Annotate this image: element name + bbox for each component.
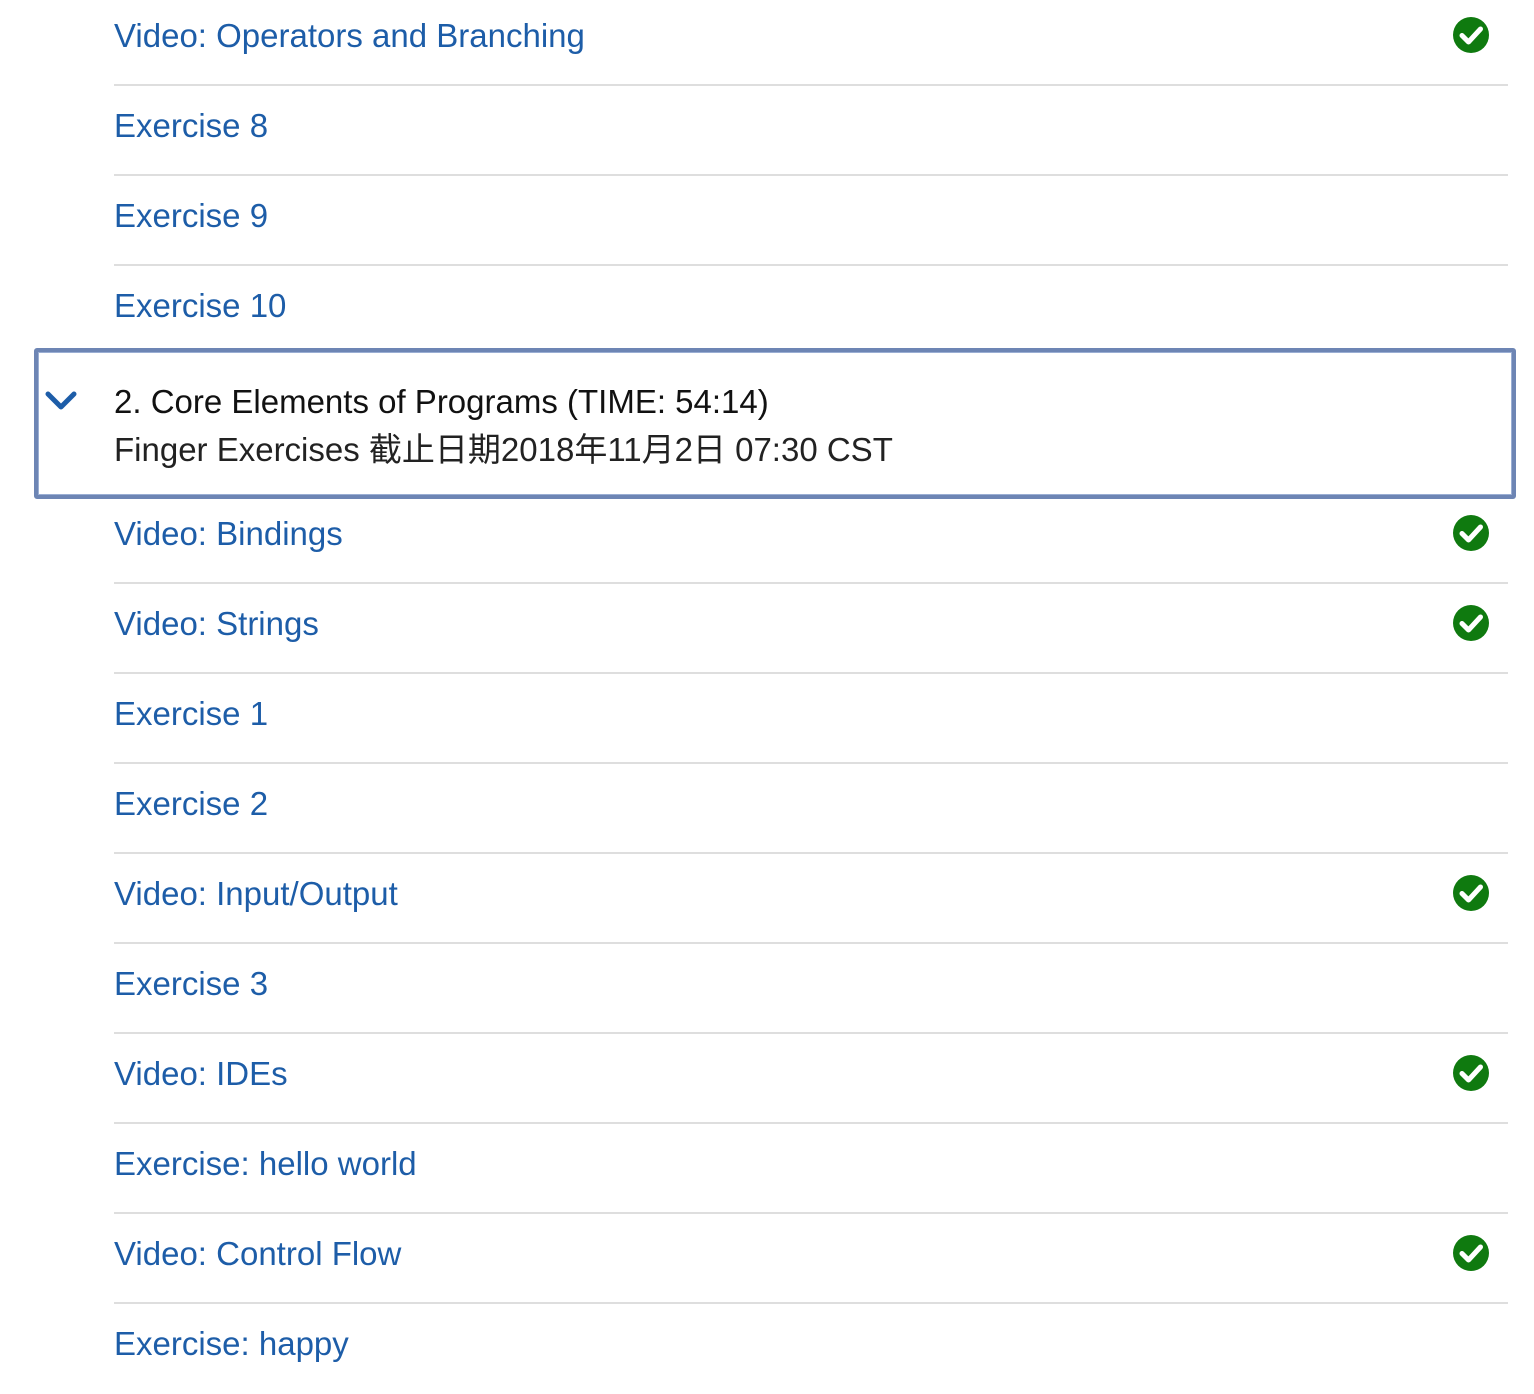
check-circle-icon <box>1453 515 1489 551</box>
outline-item-video-bindings[interactable]: Video: Bindings <box>114 494 1508 584</box>
outline-item-video-control-flow[interactable]: Video: Control Flow <box>114 1214 1508 1304</box>
outline-item-label: Video: Control Flow <box>114 1235 402 1272</box>
outline-item-exercise-1[interactable]: Exercise 1 <box>114 674 1508 764</box>
outline-item-exercise-10[interactable]: Exercise 10 <box>114 266 1508 356</box>
outline-item-exercise-2[interactable]: Exercise 2 <box>114 764 1508 854</box>
outline-item-label: Exercise 8 <box>114 107 269 144</box>
outline-item-exercise-hello-world[interactable]: Exercise: hello world <box>114 1124 1508 1214</box>
outline-item-video-ides[interactable]: Video: IDEs <box>114 1034 1508 1124</box>
check-circle-icon <box>1453 1235 1489 1271</box>
chevron-down-icon <box>45 391 77 410</box>
outline-item-label: Video: Operators and Branching <box>114 17 585 54</box>
outline-item-label: Exercise 10 <box>114 287 287 324</box>
outline-item-exercise-8[interactable]: Exercise 8 <box>114 86 1508 176</box>
check-circle-icon <box>1453 605 1489 641</box>
outline-item-exercise-3[interactable]: Exercise 3 <box>114 944 1508 1034</box>
outline-item-label: Exercise 3 <box>114 965 269 1002</box>
outline-item-label: Exercise: hello world <box>114 1145 417 1182</box>
check-circle-icon <box>1453 1055 1489 1091</box>
section-title: 2. Core Elements of Programs (TIME: 54:1… <box>114 383 769 420</box>
outline-item-video-strings[interactable]: Video: Strings <box>114 584 1508 674</box>
outline-item-label: Video: Bindings <box>114 515 343 552</box>
outline-item-video-input-output[interactable]: Video: Input/Output <box>114 854 1508 944</box>
outline-item-exercise-9[interactable]: Exercise 9 <box>114 176 1508 266</box>
outline-item-label: Exercise 9 <box>114 197 269 234</box>
check-circle-icon <box>1453 875 1489 911</box>
outline-item-label: Exercise 2 <box>114 785 269 822</box>
outline-item-exercise-happy[interactable]: Exercise: happy <box>114 1304 1508 1394</box>
outline-item-video-operators-and-branching[interactable]: Video: Operators and Branching <box>114 0 1508 86</box>
outline-item-label: Video: IDEs <box>114 1055 288 1092</box>
outline-item-label: Exercise 1 <box>114 695 269 732</box>
section-due-date: Finger Exercises 截止日期2018年11月2日 07:30 CS… <box>114 431 893 468</box>
outline-item-label: Video: Strings <box>114 605 319 642</box>
outline-item-label: Video: Input/Output <box>114 875 398 912</box>
course-outline: Video: Operators and Branching Exercise … <box>0 0 1534 1386</box>
check-circle-icon <box>1453 17 1489 53</box>
outline-item-label: Exercise: happy <box>114 1325 349 1362</box>
section-core-elements-of-programs[interactable]: 2. Core Elements of Programs (TIME: 54:1… <box>34 348 1516 499</box>
